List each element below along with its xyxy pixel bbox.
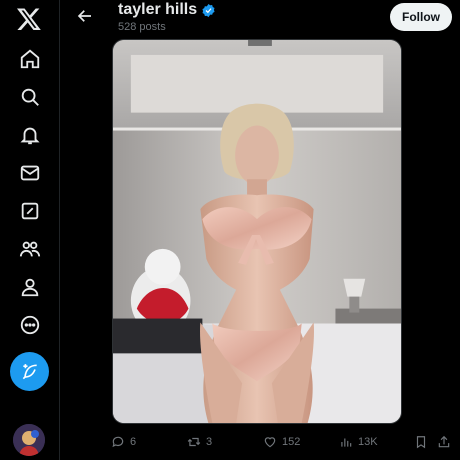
share-icon — [438, 435, 450, 448]
profile-name[interactable]: tayler hills — [118, 1, 197, 19]
profile-icon[interactable] — [15, 272, 45, 302]
communities-icon[interactable] — [15, 234, 45, 264]
view-count: 13K — [358, 436, 378, 448]
reply-button[interactable]: 6 — [111, 430, 136, 454]
avatar[interactable] — [13, 424, 45, 456]
home-icon[interactable] — [15, 44, 45, 74]
bookmark-button[interactable] — [414, 430, 428, 454]
sidebar-nav — [0, 0, 60, 460]
search-icon[interactable] — [15, 82, 45, 112]
messages-icon[interactable] — [15, 158, 45, 188]
like-button[interactable]: 152 — [263, 430, 300, 454]
feather-plus-icon — [22, 363, 37, 379]
grok-icon[interactable] — [15, 196, 45, 226]
share-button[interactable] — [437, 430, 451, 454]
post-actions: 6 3 152 13K — [61, 430, 460, 454]
like-count: 152 — [282, 436, 301, 448]
reply-icon — [112, 436, 124, 448]
bookmark-icon — [416, 436, 426, 449]
heart-icon — [264, 437, 276, 448]
reply-count: 6 — [130, 436, 137, 448]
post-image[interactable] — [112, 39, 402, 424]
x-logo-icon[interactable] — [14, 4, 44, 34]
analytics-icon — [341, 438, 352, 447]
back-arrow-icon[interactable] — [73, 4, 97, 28]
profile-header: tayler hills — [118, 1, 216, 19]
posts-count: 528 posts — [118, 21, 166, 33]
repost-count: 3 — [206, 436, 213, 448]
compose-post-button[interactable] — [10, 352, 49, 391]
views-button[interactable]: 13K — [339, 430, 378, 454]
post-detail-pane: tayler hills 528 posts Follow 6 3 152 13… — [61, 0, 460, 460]
more-icon[interactable] — [15, 310, 45, 340]
verified-badge-icon — [202, 3, 215, 17]
repost-icon — [187, 437, 201, 447]
notifications-icon[interactable] — [15, 120, 45, 150]
follow-button[interactable]: Follow — [390, 3, 452, 31]
repost-button[interactable]: 3 — [187, 430, 212, 454]
